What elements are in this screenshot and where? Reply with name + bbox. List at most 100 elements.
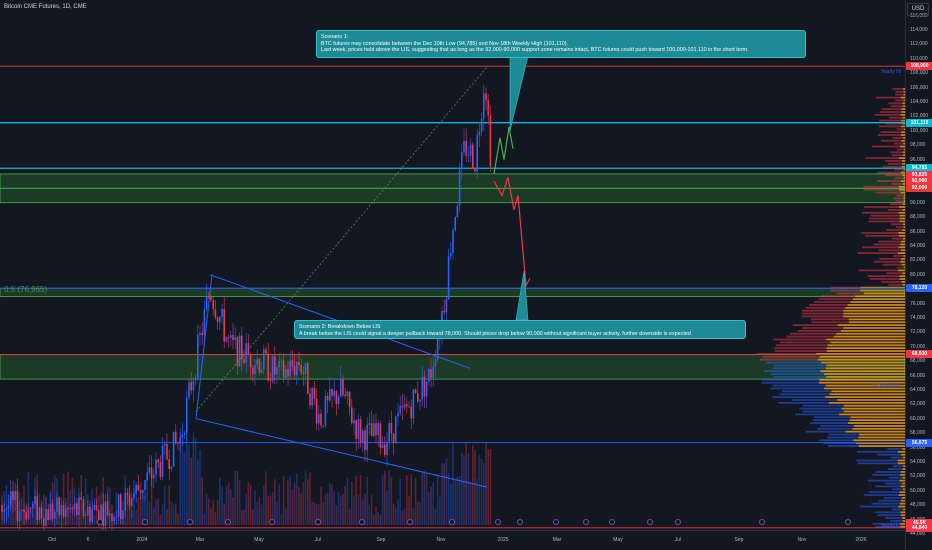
candle-body: [366, 424, 368, 451]
volume-bar: [421, 471, 423, 525]
volume-bar: [373, 514, 375, 525]
volume-profile-row: [879, 257, 902, 260]
volume-bar: [386, 490, 388, 525]
volume-bar: [298, 486, 300, 525]
volume-bar: [432, 482, 434, 525]
time-tick: Mar: [195, 537, 205, 543]
candle-body: [87, 506, 89, 516]
candle-body: [346, 391, 349, 397]
candle-body: [245, 343, 247, 363]
volume-profile-row: [898, 232, 905, 234]
volume-profile-row: [763, 370, 821, 373]
candle-body: [357, 419, 360, 439]
volume-profile-row: [886, 272, 903, 275]
scenario2-callout[interactable]: Scenario 2: Breakdown Below LIS A break …: [294, 320, 746, 339]
candle-body: [469, 144, 472, 156]
volume-bar: [133, 479, 135, 525]
candle-body: [150, 467, 153, 479]
candle-body: [84, 515, 87, 517]
volume-profile-row: [892, 88, 904, 90]
volume-profile-row: [828, 401, 905, 404]
volume-bar: [434, 508, 437, 525]
volume-profile-row: [830, 341, 905, 344]
volume-bar: [417, 501, 419, 525]
candle-body: [12, 491, 14, 501]
volume-bar: [399, 478, 401, 525]
price-tick: 88,000: [910, 214, 926, 221]
candle-body: [157, 459, 159, 463]
volume-profile-row: [858, 445, 905, 447]
price-tick: 110,000: [910, 55, 928, 62]
price-tick: 62,000: [910, 401, 926, 408]
candle-body: [89, 506, 91, 522]
price-tick: 76,000: [910, 300, 926, 307]
candle-body: [386, 441, 388, 455]
candle-body: [80, 497, 82, 500]
candle-body: [331, 389, 333, 396]
volume-profile-row: [821, 361, 905, 364]
scenario1-callout[interactable]: Scenario 1: BTC futures may consolidate …: [316, 30, 806, 58]
volume-profile-row: [761, 381, 819, 384]
volume-bar: [183, 452, 186, 525]
candle-body: [271, 356, 274, 382]
volume-profile-row: [856, 450, 898, 453]
candle-body: [467, 155, 470, 157]
candle-body: [122, 511, 124, 520]
volume-profile-row: [897, 459, 905, 462]
volume-profile-row: [774, 364, 827, 367]
volume-bar: [172, 504, 175, 525]
volume-bar: [467, 453, 470, 525]
candle-body: [436, 339, 439, 360]
candle-body: [172, 431, 175, 467]
candle-body: [225, 336, 228, 342]
volume-profile-row: [865, 157, 900, 159]
candle-body: [67, 508, 69, 510]
candle-body: [223, 308, 225, 342]
volume-bar: [401, 510, 404, 525]
candle-body: [313, 387, 316, 399]
chart-canvas[interactable]: [0, 0, 905, 530]
time-tick: 6: [86, 537, 90, 543]
candle-body: [3, 509, 5, 512]
time-axis[interactable]: Oct 6 2024 Mar May Jul Sep Nov 2025 Mar May Jul Sep N…: [0, 530, 905, 550]
symbol-title[interactable]: Bitcoin CME Futures, 1D, CME: [4, 4, 87, 10]
volume-profile-row: [843, 327, 905, 329]
scenario1-line1: BTC futures may consolidate between the …: [321, 40, 569, 47]
volume-bar: [403, 508, 406, 525]
time-tick: Mar: [552, 537, 562, 543]
volume-profile-row: [840, 329, 905, 332]
volume-bar: [425, 474, 428, 525]
volume-profile-row: [792, 324, 838, 326]
candle-body: [159, 462, 162, 478]
price-tag: 44,840: [906, 523, 932, 532]
price-tick: 90,000: [910, 199, 926, 206]
volume-profile-row: [857, 462, 898, 465]
volume-bar: [384, 470, 386, 525]
volume-profile-row: [888, 102, 903, 105]
candle-body: [230, 335, 232, 338]
candle-body: [18, 510, 21, 521]
volume-bar: [445, 458, 448, 525]
scenario2-title: Scenario 2: Breakdown Below LIS: [299, 324, 381, 330]
volume-profile-row: [801, 315, 843, 318]
volume-profile-row: [890, 223, 903, 226]
price-axis[interactable]: 116,000 114,000 112,000 110,000 108,000 106,0…: [905, 0, 932, 550]
candle-body: [126, 492, 129, 496]
volume-profile-row: [770, 387, 825, 390]
candle-body: [456, 205, 459, 218]
price-tag: 92,000: [906, 184, 932, 193]
currency-button[interactable]: USD: [907, 3, 929, 16]
candle-body: [27, 507, 30, 520]
candle-body: [269, 380, 272, 382]
volume-profile-row: [865, 234, 900, 237]
event-marker: [647, 519, 654, 526]
volume-profile-row: [853, 439, 905, 442]
volume-bar: [135, 510, 137, 525]
trendline-lower: [195, 418, 488, 488]
candle-body: [322, 425, 324, 427]
volume-bar: [293, 483, 296, 525]
candle-body: [307, 363, 309, 395]
chart-area[interactable]: Bitcoin CME Futures, 1D, CME 0.5 (76,965…: [0, 0, 905, 530]
price-tag: 108,960: [906, 62, 932, 71]
volume-profile-row: [775, 344, 828, 347]
